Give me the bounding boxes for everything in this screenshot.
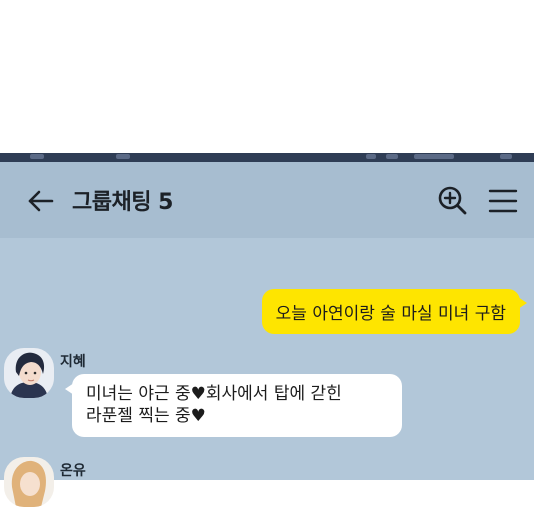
- avatar[interactable]: [4, 348, 54, 398]
- avatar[interactable]: [4, 457, 54, 507]
- sender-name: 지혜: [60, 354, 86, 370]
- my-message-bubble[interactable]: 오늘 아연이랑 술 마실 미녀 구함: [261, 289, 528, 334]
- sender-name: 온유: [60, 463, 86, 479]
- hamburger-menu-icon[interactable]: [488, 188, 518, 214]
- status-icon: [386, 154, 398, 159]
- chat-title: 그룹채팅 5: [72, 190, 173, 215]
- search-plus-icon[interactable]: [436, 184, 468, 216]
- battery-icon: [500, 154, 512, 159]
- message-line: 라푼젤 찍는 중♥: [86, 406, 206, 426]
- blank-area: [0, 0, 534, 153]
- chat-header: 그룹채팅 5: [0, 162, 534, 238]
- status-icon: [366, 154, 376, 159]
- status-icon: [116, 154, 130, 159]
- message-line: 미녀는 야근 중♥회사에서 탑에 갇힌: [86, 384, 342, 404]
- other-message-bubble[interactable]: 미녀는 야근 중♥회사에서 탑에 갇힌 라푼젤 찍는 중♥: [65, 374, 402, 437]
- chat-room[interactable]: 그룹채팅 5 오늘 아연이랑 술 마실 미녀 구함 지혜 미녀는 야근 중♥회사…: [0, 162, 534, 507]
- status-icon: [30, 154, 44, 159]
- arrow-left-icon[interactable]: [26, 186, 56, 216]
- signal-icon: [414, 154, 454, 159]
- avatar-onyu-image: [4, 457, 54, 507]
- status-bar: [0, 153, 534, 162]
- avatar-jihye-image: [4, 348, 54, 398]
